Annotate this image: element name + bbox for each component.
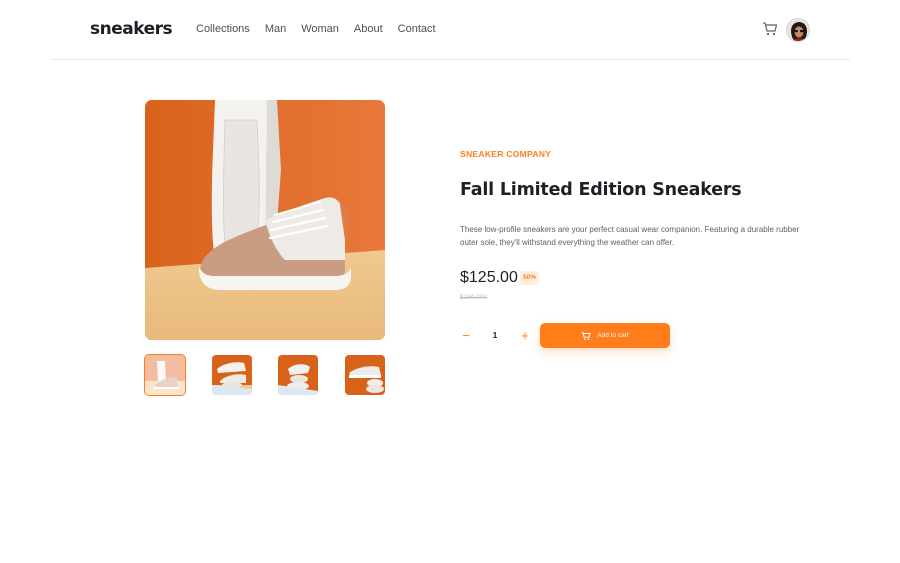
thumbnail-1[interactable] <box>144 354 186 396</box>
thumbnail-2[interactable] <box>212 355 252 395</box>
original-price: $250.000 <box>460 294 488 301</box>
nav-contact[interactable]: Contact <box>398 23 436 35</box>
minus-button[interactable]: − <box>460 323 472 348</box>
quantity-stepper: − 1 + <box>460 323 532 348</box>
discount-badge: 50% <box>520 271 540 285</box>
thumbnail-strip <box>144 354 385 396</box>
cart-icon[interactable] <box>762 21 778 37</box>
cart-icon <box>581 326 591 345</box>
product-description: These low-profile sneakers are your perf… <box>460 225 800 247</box>
thumbnail-4[interactable] <box>345 355 385 395</box>
product-title: Fall Limited Edition Sneakers <box>460 180 742 200</box>
nav-collections[interactable]: Collections <box>196 23 250 35</box>
current-price: $125.00 <box>460 269 518 286</box>
quantity-value: 1 <box>492 330 498 340</box>
company-label: SNEAKER COMPANY <box>460 149 552 159</box>
thumbnail-3[interactable] <box>278 355 318 395</box>
main-nav: Collections Man Woman About Contact <box>196 23 451 35</box>
nav-man[interactable]: Man <box>265 23 286 35</box>
site-header: sneakers Collections Man Woman About Con… <box>50 0 850 60</box>
user-avatar[interactable] <box>786 18 810 42</box>
nav-woman[interactable]: Woman <box>301 23 339 35</box>
logo[interactable]: sneakers <box>90 19 173 39</box>
product-main-image[interactable] <box>145 100 385 340</box>
plus-button[interactable]: + <box>519 323 531 348</box>
add-to-cart-button[interactable]: Add to cart <box>540 323 670 348</box>
add-to-cart-label: Add to cart <box>597 332 629 339</box>
nav-about[interactable]: About <box>354 23 383 35</box>
